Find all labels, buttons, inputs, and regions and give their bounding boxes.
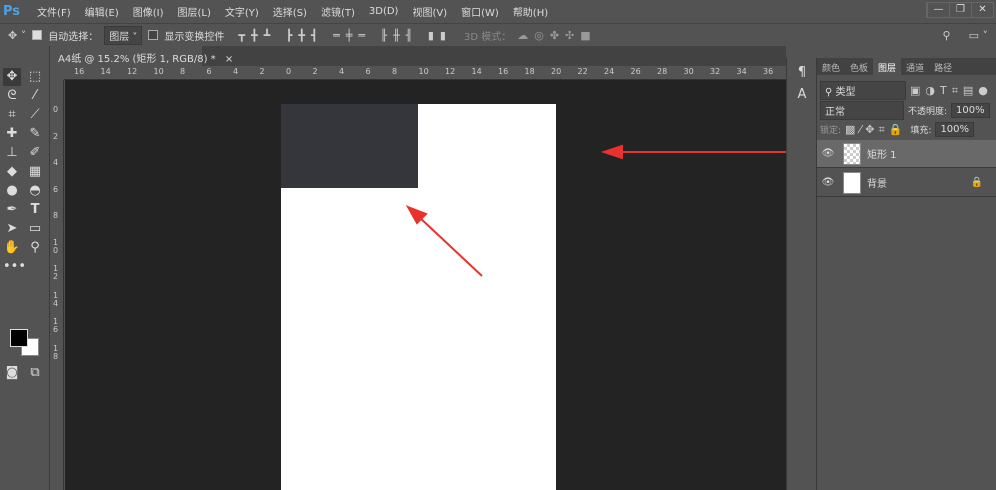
lock-label: 锁定: xyxy=(820,126,842,136)
blend-mode-dropdown[interactable]: 正常 xyxy=(820,101,904,120)
opacity-input[interactable]: 100% xyxy=(951,103,990,118)
paragraph-panel-icon[interactable]: ¶ xyxy=(793,64,811,82)
layer-row[interactable]: 👁 背景 🔒 xyxy=(817,169,996,197)
fill-input[interactable]: 100% xyxy=(935,122,975,137)
tab-swatches[interactable]: 色板 xyxy=(845,58,873,75)
layer-row[interactable]: 👁 矩形 1 xyxy=(817,140,996,168)
visibility-eye-icon[interactable]: 👁 xyxy=(817,148,839,159)
fill-label: 填充: xyxy=(910,126,932,136)
filter-kind-value: 类型 xyxy=(835,87,856,98)
lock-icon: 🔒 xyxy=(970,177,983,188)
visibility-eye-icon[interactable]: 👁 xyxy=(817,177,839,188)
lock-icons[interactable]: ▩⁄✥⌗🔒 xyxy=(845,123,906,137)
blend-mode-value: 正常 xyxy=(825,107,845,118)
panel-dock: ¶ A xyxy=(786,58,816,490)
layer-name: 矩形 1 xyxy=(867,150,897,161)
tab-paths[interactable]: 路径 xyxy=(929,58,957,75)
layers-panel: 颜色 色板 图层 通道 路径 ⚲ 类型 ▣◑T⌗▤● 正常 不透明度: 100%… xyxy=(816,58,996,490)
tab-color[interactable]: 颜色 xyxy=(817,58,845,75)
layer-thumbnail xyxy=(843,142,861,165)
arrow-to-rectangle xyxy=(417,215,483,277)
character-panel-icon[interactable]: A xyxy=(793,86,811,104)
tab-channels[interactable]: 通道 xyxy=(901,58,929,75)
filter-kind-dropdown[interactable]: ⚲ 类型 xyxy=(820,81,906,100)
layer-name: 背景 xyxy=(867,179,887,190)
panel-tabs: 颜色 色板 图层 通道 路径 xyxy=(817,58,996,75)
tab-layers[interactable]: 图层 xyxy=(873,58,902,75)
filter-icons[interactable]: ▣◑T⌗▤● xyxy=(910,84,993,98)
layer-thumbnail xyxy=(843,171,861,194)
opacity-label: 不透明度: xyxy=(908,107,948,117)
arrowhead-icon xyxy=(600,144,623,160)
